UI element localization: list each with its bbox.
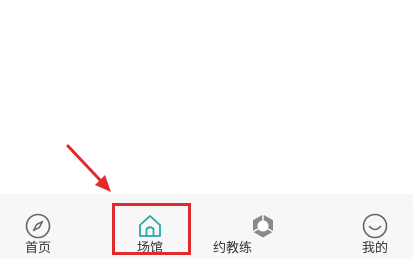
- tab-profile[interactable]: 我的: [340, 206, 413, 259]
- tab-book-coach-label: 约教练: [213, 241, 253, 256]
- tab-home-label: 首页: [25, 241, 52, 256]
- compass-icon: [25, 213, 51, 239]
- annotation-arrow: [66, 144, 111, 192]
- hexagon-ring-icon: [250, 213, 276, 239]
- bottom-tab-bar: 首页 场馆 约教练 我的: [0, 206, 413, 259]
- tab-book-coach[interactable]: 约教练: [206, 206, 306, 259]
- annotation-highlight-box: [112, 203, 191, 255]
- tab-profile-label: 我的: [362, 241, 389, 256]
- smiley-icon: [362, 213, 388, 239]
- tab-home[interactable]: 首页: [0, 206, 76, 259]
